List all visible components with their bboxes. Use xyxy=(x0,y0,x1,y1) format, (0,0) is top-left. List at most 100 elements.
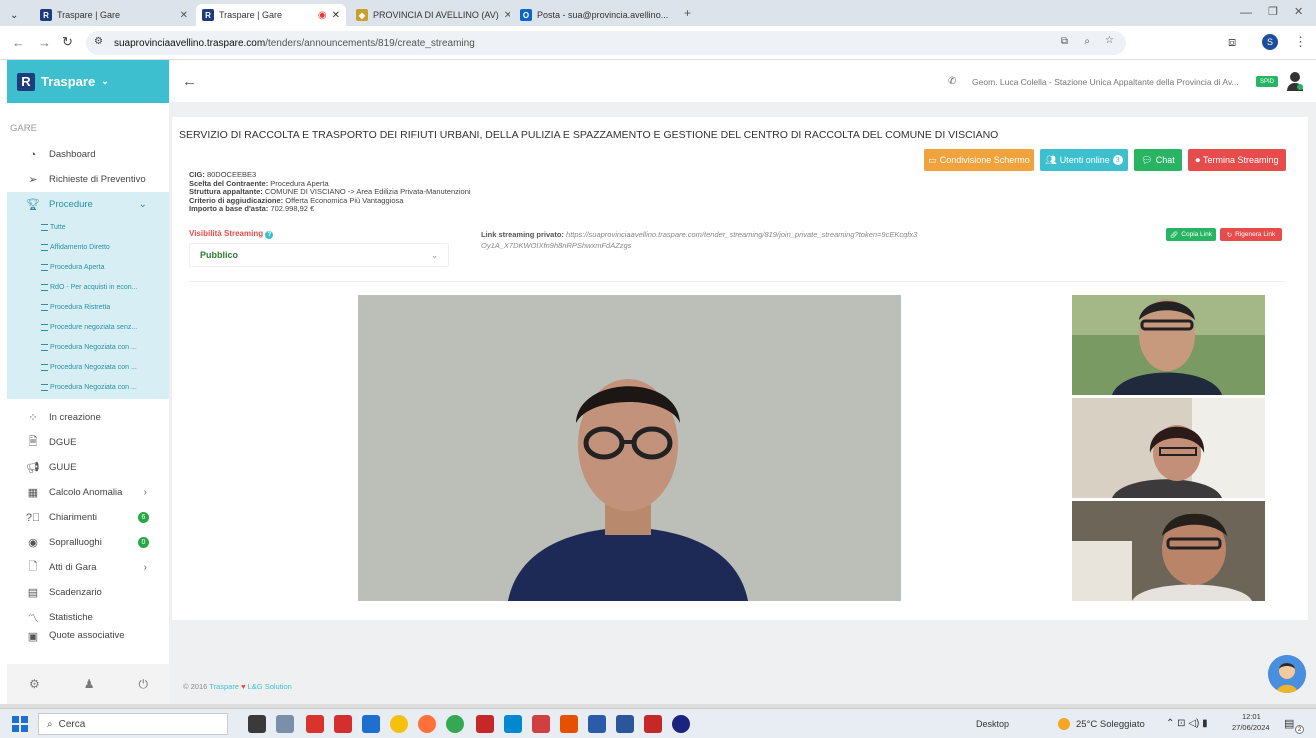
sidebar-item-dashboard[interactable]: ◔ Dashboard xyxy=(7,142,169,167)
browser-tab-1[interactable]: R Traspare | Gare ✕ xyxy=(34,4,194,26)
new-tab-button[interactable]: + xyxy=(684,6,691,20)
chrome-icon[interactable] xyxy=(446,715,464,733)
sidebar-item-chiarimenti[interactable]: ?⃝ Chiarimenti 6 xyxy=(7,505,169,530)
desktop-toolbar[interactable]: Desktop xyxy=(976,719,1009,729)
assistant-avatar-icon xyxy=(1268,655,1306,693)
site-settings-icon[interactable]: ⚙ xyxy=(94,36,103,47)
address-bar: ← → ↻ ⚙ suaprovinciaavellino.traspare.co… xyxy=(0,26,1316,60)
restore-button[interactable]: ❐ xyxy=(1268,5,1278,18)
streaming-card: SERVIZIO DI RACCOLTA E TRASPORTO DEI RIF… xyxy=(172,117,1308,620)
sidebar: R Traspare ⌄ GARE ◔ Dashboard ➢ Richieste … xyxy=(7,60,170,704)
power-icon[interactable]: ⏻ xyxy=(138,677,148,692)
sidebar-item-scadenzario[interactable]: ▤ Scadenzario xyxy=(7,580,169,605)
submenu-item[interactable]: Procedure negoziata senz... xyxy=(7,317,169,337)
sidebar-item-procedure[interactable]: 🏆︎ Procedure ⌄ xyxy=(7,192,169,217)
acrobat-icon[interactable] xyxy=(334,715,352,733)
submenu-item[interactable]: Procedura Aperta xyxy=(7,257,169,277)
word-icon[interactable] xyxy=(616,715,634,733)
sidebar-item-calcolo-anomalia[interactable]: ▦ Calcolo Anomalia › xyxy=(7,480,169,505)
back-arrow-icon[interactable]: ← xyxy=(12,35,25,50)
zoom-icon[interactable]: ⌕ xyxy=(1084,36,1090,47)
screen-share-button[interactable]: ▭ Condivisione Schermo xyxy=(924,149,1034,171)
firefox-icon[interactable] xyxy=(418,715,436,733)
settings-icon[interactable]: ⚙ xyxy=(29,677,40,691)
app-icon[interactable] xyxy=(532,715,550,733)
close-icon[interactable]: ✕ xyxy=(673,10,674,21)
notification-icon[interactable]: ▤ xyxy=(1284,717,1294,730)
bookmark-star-icon[interactable]: ☆ xyxy=(1105,35,1114,46)
browser-tab-4[interactable]: O Posta - sua@provincia.avellino... ✕ xyxy=(514,4,674,26)
url-field[interactable]: ⚙ suaprovinciaavellino.traspare.com/tend… xyxy=(86,31,1126,55)
clock-time[interactable]: 12:01 xyxy=(1242,712,1261,721)
sidebar-item-atti-di-gara[interactable]: 🗋︎ Atti di Gara › xyxy=(7,555,169,580)
app-icon[interactable] xyxy=(306,715,324,733)
task-view-icon[interactable] xyxy=(248,715,266,733)
back-arrow-icon[interactable]: ← xyxy=(182,73,197,90)
reload-icon[interactable]: ↻ xyxy=(62,34,73,50)
participant-video-3[interactable] xyxy=(1072,501,1265,601)
submenu-item[interactable]: Procedura Negoziata con ... xyxy=(7,357,169,377)
sidebar-item-quote-associative[interactable]: ▣ Quote associative xyxy=(7,630,169,642)
sidebar-item-statistiche[interactable]: 〽 Statistiche xyxy=(7,605,169,630)
regenerate-link-button[interactable]: ↻ Rigenera Link xyxy=(1220,228,1282,241)
minimize-button[interactable]: — xyxy=(1240,5,1252,19)
windows-start-icon[interactable] xyxy=(12,716,28,732)
clock-date[interactable]: 27/06/2024 xyxy=(1232,723,1270,732)
tab-search-button[interactable]: ⌄ xyxy=(4,4,28,26)
support-chat-avatar[interactable] xyxy=(1268,655,1306,693)
chat-button[interactable]: 💬︎ Chat xyxy=(1134,149,1182,171)
cast-icon[interactable]: ⧉ xyxy=(1061,36,1068,47)
participant-video-1[interactable] xyxy=(1072,295,1265,395)
sidebar-brand[interactable]: R Traspare ⌄ xyxy=(7,60,169,103)
submenu-item[interactable]: Procedura Ristretta xyxy=(7,297,169,317)
submenu-item[interactable]: Procedura Negoziata con ... xyxy=(7,337,169,357)
browser-tab-2[interactable]: R Traspare | Gare ◉ ✕ xyxy=(196,4,346,26)
browser-tab-3[interactable]: ◆ PROVINCIA DI AVELLINO (AV) ✕ xyxy=(350,4,510,26)
star-icon[interactable] xyxy=(390,715,408,733)
main-video-stream[interactable] xyxy=(358,295,901,601)
submenu-item[interactable]: Procedura Negoziata con ... xyxy=(7,377,169,397)
info-icon[interactable]: ? xyxy=(265,231,274,239)
system-tray-icons[interactable]: ⌃ ⊡ ◁) ▮ xyxy=(1166,718,1208,729)
submenu-item[interactable]: Affidamento Diretto xyxy=(7,237,169,257)
sidebar-item-guue[interactable]: 📢︎ GUUE xyxy=(7,455,169,480)
participant-video-image xyxy=(358,295,901,601)
end-streaming-button[interactable]: ⏺ Termina Streaming xyxy=(1188,149,1286,171)
weather-widget[interactable]: 25°C Soleggiato xyxy=(1076,719,1145,730)
close-window-button[interactable]: ✕ xyxy=(1294,5,1303,18)
sidebar-item-dgue[interactable]: 🗎︎ DGUE xyxy=(7,430,169,455)
user-avatar-icon[interactable] xyxy=(1286,70,1304,92)
app-icon[interactable] xyxy=(672,715,690,733)
participant-video-2[interactable] xyxy=(1072,398,1265,498)
app-icon[interactable] xyxy=(504,715,522,733)
close-icon[interactable]: ✕ xyxy=(180,10,188,21)
heart-icon: ♥ xyxy=(241,682,246,691)
app-icon[interactable] xyxy=(276,715,294,733)
sidebar-item-sopralluoghi[interactable]: ◉ Sopralluoghi 0 xyxy=(7,530,169,555)
app-icon[interactable] xyxy=(644,715,662,733)
user-icon[interactable]: ♟ xyxy=(84,677,95,691)
copy-link-button[interactable]: 🔗︎ Copia Link xyxy=(1166,228,1216,241)
taskbar-search-box[interactable]: ⌕ Cerca xyxy=(38,713,228,735)
profile-avatar-icon[interactable]: S xyxy=(1262,34,1278,50)
recording-icon: ◉ xyxy=(317,9,327,21)
close-icon[interactable]: ✕ xyxy=(504,10,510,21)
app-icon[interactable] xyxy=(476,715,494,733)
forward-arrow-icon[interactable]: → xyxy=(38,35,51,50)
online-users-button[interactable]: 👥︎ Utenti online 3 xyxy=(1040,149,1128,171)
submenu-item[interactable]: RdO - Per acquisti in econ... xyxy=(7,277,169,297)
app-icon[interactable] xyxy=(560,715,578,733)
submenu-item[interactable]: Tutte xyxy=(7,217,169,237)
menu-kebab-icon[interactable]: ⋮ xyxy=(1294,34,1307,50)
close-icon[interactable]: ✕ xyxy=(332,10,340,21)
user-name[interactable]: Geom. Luca Colella - Stazione Unica Appa… xyxy=(972,77,1239,87)
app-icon[interactable] xyxy=(362,715,380,733)
sidebar-item-richieste[interactable]: ➢ Richieste di Preventivo xyxy=(7,167,169,192)
tender-info: CIG: 80DOCEEBE3 Scelta del Contraente: P… xyxy=(189,170,471,213)
sidebar-item-in-creazione[interactable]: ⁘ In creazione xyxy=(7,405,169,430)
spinner-icon: ⁘ xyxy=(28,412,38,424)
page-title: SERVIZIO DI RACCOLTA E TRASPORTO DEI RIF… xyxy=(179,129,999,141)
extensions-icon[interactable]: ⧈ xyxy=(1228,34,1236,50)
visibility-select[interactable]: Pubblico ⌄ xyxy=(189,243,449,267)
calculator-app-icon[interactable] xyxy=(588,715,606,733)
